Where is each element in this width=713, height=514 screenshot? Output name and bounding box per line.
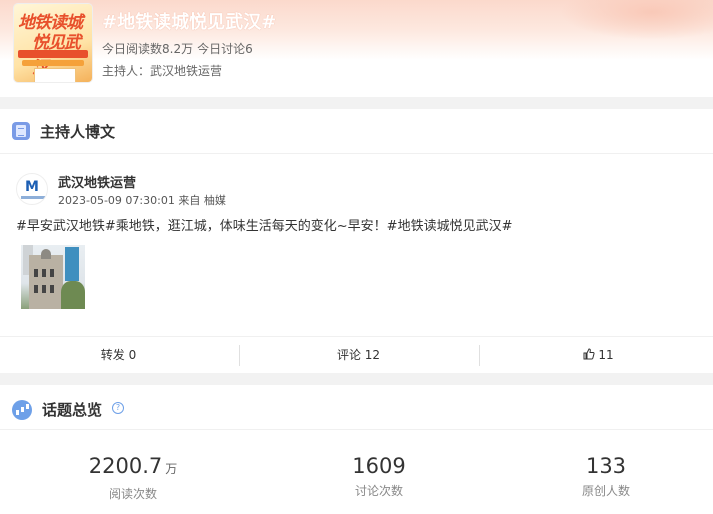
today-read-count: 今日阅读数8.2万 (102, 42, 194, 56)
topic-cover-image[interactable]: 地铁读城 悦见武汉 (14, 4, 92, 82)
like-count: 11 (598, 348, 614, 362)
metro-logo-icon: M (25, 179, 39, 195)
stat-value: 1609 (352, 454, 406, 478)
topic-stats: 今日阅读数8.2万 今日讨论6 (102, 40, 257, 57)
stat-value-row: 1609 (279, 452, 479, 480)
section-divider (0, 373, 713, 385)
post-author-name[interactable]: 武汉地铁运营 (58, 172, 136, 191)
stat-label: 原创人数 (581, 484, 630, 498)
help-icon[interactable]: ? (112, 402, 124, 414)
chart-icon (12, 400, 32, 420)
today-discuss-count: 今日讨论6 (197, 42, 253, 56)
stat-unit: 万 (165, 462, 178, 476)
stat-original-authors: 133 原创人数 (506, 452, 706, 499)
topic-overview-header: 话题总览 ? (0, 385, 713, 430)
repost-label: 转发 0 (100, 348, 137, 362)
stat-value-row: 2200.7 万 (33, 452, 233, 483)
section-title: 主持人博文 (40, 123, 116, 141)
stat-label: 阅读次数 (108, 487, 157, 501)
cover-decoration (18, 50, 88, 58)
stat-value-row: 133 (506, 452, 706, 480)
post-text[interactable]: #早安武汉地铁#乘地铁，逛江城，体味生活每天的变化~早安！#地铁读城悦见武汉# (16, 215, 512, 234)
like-button[interactable]: 11 (480, 337, 713, 374)
cover-book-graphic (34, 68, 76, 82)
topic-header: 地铁读城 悦见武汉 #地铁读城悦见武汉# 今日阅读数8.2万今日讨论6 主持人：… (0, 0, 713, 97)
stat-value: 133 (585, 454, 627, 478)
repost-button[interactable]: 转发 0 (0, 337, 237, 374)
image-building (29, 249, 63, 309)
stat-label: 讨论次数 (354, 484, 403, 498)
stat-discuss-count: 1609 讨论次数 (279, 452, 479, 499)
logo-bar (21, 196, 45, 199)
image-tree (61, 281, 85, 309)
author-avatar[interactable]: M (16, 173, 48, 205)
post-meta: 2023-05-09 07:30:01 来自 柚媒 (58, 194, 226, 207)
post-image-thumbnail[interactable] (21, 245, 85, 309)
stat-read-count: 2200.7 万 阅读次数 (33, 452, 233, 502)
section-divider (0, 97, 713, 109)
thumbs-up-icon (583, 348, 595, 360)
stat-value: 2200.7 (88, 454, 163, 478)
topic-title: #地铁读城悦见武汉# (102, 12, 277, 33)
section-title: 话题总览 (42, 401, 103, 419)
comment-label: 评论 12 (336, 348, 381, 362)
topic-host[interactable]: 主持人：武汉地铁运营 (102, 62, 222, 79)
document-icon (12, 122, 30, 140)
host-posts-header: 主持人博文 (0, 109, 713, 154)
cover-decoration (22, 60, 84, 66)
image-banner (65, 247, 79, 281)
post-actions-bar: 转发 0 评论 12 11 (0, 336, 713, 374)
comment-button[interactable]: 评论 12 (240, 337, 477, 374)
image-windows (34, 269, 38, 277)
